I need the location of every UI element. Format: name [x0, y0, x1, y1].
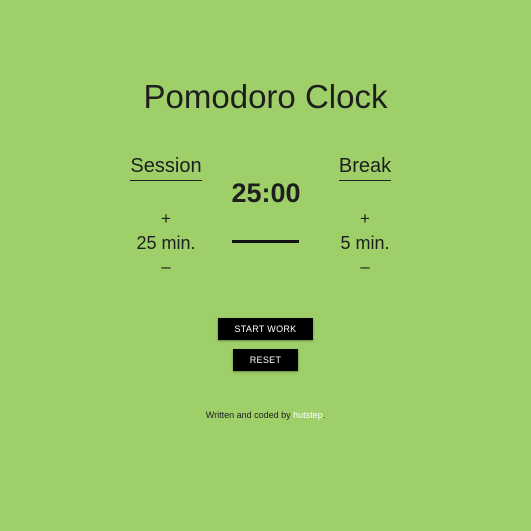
session-length: 25 min. — [136, 233, 196, 253]
session-increase-button[interactable]: + — [161, 209, 171, 229]
footer-text: Written and coded by — [205, 410, 294, 420]
break-control: Break + 5 min. – — [305, 152, 425, 277]
reset-button[interactable]: RESET — [233, 349, 298, 371]
session-decrease-button[interactable]: – — [161, 257, 170, 277]
page-title: Pomodoro Clock — [143, 78, 388, 115]
start-work-button[interactable]: START WORK — [218, 318, 313, 340]
timer-display: 25:00 — [231, 178, 301, 208]
break-decrease-button[interactable]: – — [360, 257, 369, 277]
author-link[interactable]: hutstep — [293, 410, 323, 420]
break-increase-button[interactable]: + — [360, 209, 370, 229]
session-label: Session — [130, 152, 202, 181]
footer-credit: Written and coded by hutstep. — [0, 410, 531, 420]
session-control: Session + 25 min. – — [106, 152, 226, 277]
break-length: 5 min. — [340, 233, 390, 253]
timer-progress-bar — [232, 240, 299, 243]
footer-suffix: . — [322, 410, 326, 420]
break-label: Break — [338, 152, 392, 181]
